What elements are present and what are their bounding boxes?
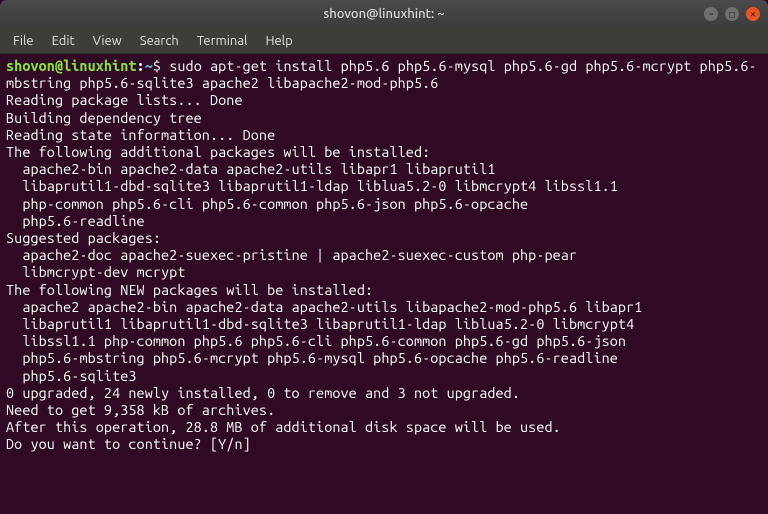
output-line: apache2-bin apache2-data apache2-utils l… [6,161,496,177]
output-line: After this operation, 28.8 MB of additio… [6,419,561,435]
minimize-icon: – [708,9,713,19]
terminal-output[interactable]: shovon@linuxhint:~$ sudo apt-get install… [0,54,768,514]
menu-edit[interactable]: Edit [45,31,82,51]
output-line: php5.6-sqlite3 [6,368,137,384]
menu-search[interactable]: Search [133,31,186,51]
output-line: Building dependency tree [6,110,202,126]
terminal-window: shovon@linuxhint: ~ – □ ✕ File Edit View… [0,0,768,514]
maximize-button[interactable]: □ [725,7,739,21]
prompt-symbol: $ [153,58,161,74]
minimize-button[interactable]: – [704,7,718,21]
prompt-user-host: shovon@linuxhint [6,58,137,74]
output-line: apache2 apache2-bin apache2-data apache2… [6,299,642,315]
output-line: The following additional packages will b… [6,144,430,160]
output-line: Suggested packages: [6,230,161,246]
output-line: apache2-doc apache2-suexec-pristine | ap… [6,247,577,263]
close-icon: ✕ [750,9,755,20]
prompt-path: ~ [145,58,153,74]
menu-help[interactable]: Help [258,31,299,51]
close-button[interactable]: ✕ [746,7,760,21]
window-controls: – □ ✕ [704,7,760,21]
titlebar[interactable]: shovon@linuxhint: ~ – □ ✕ [0,0,768,28]
output-line: libaprutil1 libaprutil1-dbd-sqlite3 liba… [6,316,634,332]
output-line: The following NEW packages will be insta… [6,282,373,298]
menubar: File Edit View Search Terminal Help [0,28,768,54]
window-title: shovon@linuxhint: ~ [323,7,444,21]
menu-view[interactable]: View [86,31,129,51]
output-line: php-common php5.6-cli php5.6-common php5… [6,196,528,212]
output-line: 0 upgraded, 24 newly installed, 0 to rem… [6,385,520,401]
prompt-colon: : [137,58,145,74]
output-line: Do you want to continue? [Y/n] [6,436,259,452]
output-line: Reading package lists... Done [6,92,243,108]
output-line: libmcrypt-dev mcrypt [6,264,186,280]
output-line: php5.6-readline [6,213,145,229]
output-line: php5.6-mbstring php5.6-mcrypt php5.6-mys… [6,350,618,366]
maximize-icon: □ [729,9,734,20]
output-line: Reading state information... Done [6,127,275,143]
menu-file[interactable]: File [6,31,41,51]
output-line: Need to get 9,358 kB of archives. [6,402,275,418]
output-line: libssl1.1 php-common php5.6 php5.6-cli p… [6,333,626,349]
output-line: libaprutil1-dbd-sqlite3 libaprutil1-ldap… [6,178,618,194]
menu-terminal[interactable]: Terminal [190,31,255,51]
